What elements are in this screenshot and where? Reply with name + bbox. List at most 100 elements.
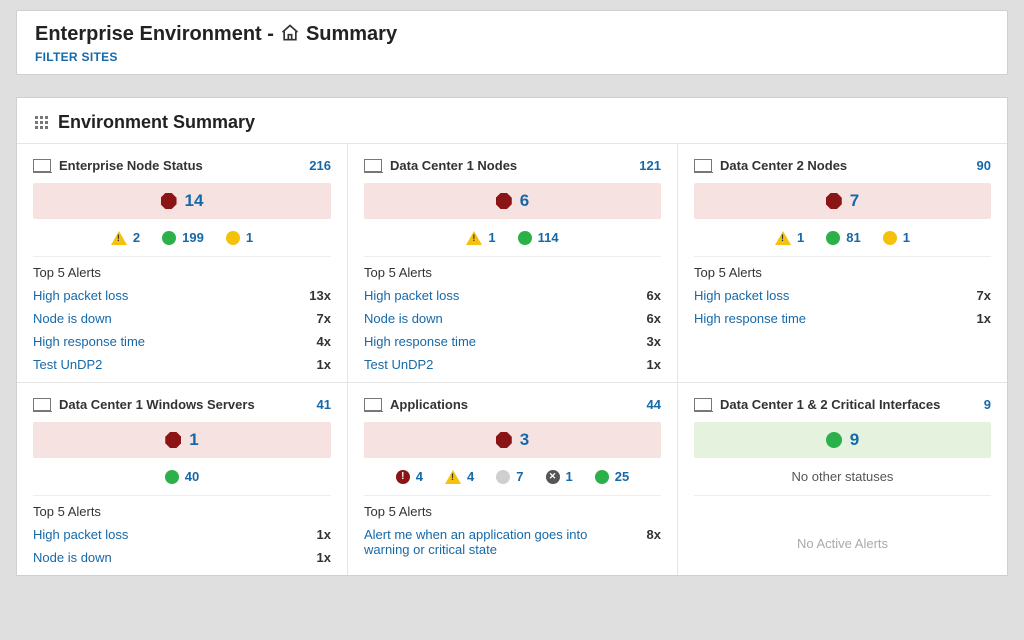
card-hero-value: 7: [850, 191, 859, 211]
node-icon: [364, 159, 382, 172]
status-pill[interactable]: 199: [162, 230, 204, 245]
card-total-count[interactable]: 90: [977, 158, 991, 173]
alert-link[interactable]: High response time: [364, 334, 476, 349]
card-title[interactable]: Data Center 1 Windows Servers: [33, 397, 255, 412]
card-hero-status[interactable]: 14: [33, 183, 331, 219]
card-title[interactable]: Data Center 1 Nodes: [364, 158, 517, 173]
card-title-text: Enterprise Node Status: [59, 158, 203, 173]
card-hero-value: 6: [520, 191, 529, 211]
alert-row: Node is down 6x: [364, 307, 661, 330]
card-title-text: Data Center 1 & 2 Critical Interfaces: [720, 397, 940, 412]
alert-link[interactable]: High packet loss: [33, 527, 128, 542]
alert-link[interactable]: High packet loss: [364, 288, 459, 303]
status-pill[interactable]: 1: [226, 230, 253, 245]
yellow-status-icon: [883, 231, 897, 245]
card-header: Data Center 1 & 2 Critical Interfaces 9: [694, 397, 991, 412]
alert-count: 4x: [317, 334, 331, 349]
card-hero-status[interactable]: 7: [694, 183, 991, 219]
card-header: Data Center 2 Nodes 90: [694, 158, 991, 173]
status-pill[interactable]: 7: [496, 469, 523, 484]
alert-count: 1x: [317, 550, 331, 565]
drag-handle-icon[interactable]: [35, 116, 48, 129]
page-header: Enterprise Environment - Summary FILTER …: [16, 10, 1008, 75]
alert-link[interactable]: High response time: [694, 311, 806, 326]
up-icon: [826, 432, 842, 448]
node-icon: [33, 398, 51, 411]
alert-link[interactable]: High response time: [33, 334, 145, 349]
alert-count: 13x: [309, 288, 331, 303]
card-hero-status[interactable]: 9: [694, 422, 991, 458]
filter-sites-link[interactable]: FILTER SITES: [35, 50, 118, 64]
status-pill[interactable]: 25: [595, 469, 629, 484]
page-title: Enterprise Environment - Summary: [35, 23, 989, 46]
status-pill[interactable]: 1: [775, 230, 804, 245]
card-hero-value: 14: [185, 191, 204, 211]
top-alerts-heading: Top 5 Alerts: [33, 257, 331, 284]
card-header: Enterprise Node Status 216: [33, 158, 331, 173]
status-pill[interactable]: 40: [165, 469, 199, 484]
status-value: 199: [182, 230, 204, 245]
status-value: 1: [566, 469, 573, 484]
alert-link[interactable]: Test UnDP2: [33, 357, 102, 372]
status-value: 114: [538, 230, 559, 245]
card-total-count[interactable]: 216: [309, 158, 331, 173]
alert-link[interactable]: Node is down: [33, 311, 112, 326]
status-value: 81: [846, 230, 860, 245]
status-pill[interactable]: 114: [518, 230, 559, 245]
status-pill[interactable]: 1: [883, 230, 910, 245]
up-icon: [595, 470, 609, 484]
alert-link[interactable]: Node is down: [33, 550, 112, 565]
unknown-icon: [496, 470, 510, 484]
status-pill[interactable]: !4: [396, 469, 423, 484]
status-pill[interactable]: 4: [445, 469, 474, 484]
alert-row: High response time 1x: [694, 307, 991, 330]
alert-link[interactable]: Test UnDP2: [364, 357, 433, 372]
alert-count: 1x: [317, 357, 331, 372]
top-alerts-heading: Top 5 Alerts: [364, 257, 661, 284]
warning-icon: [111, 231, 127, 245]
yellow-status-icon: [226, 231, 240, 245]
alert-link[interactable]: Alert me when an application goes into w…: [364, 527, 616, 557]
alert-link[interactable]: Node is down: [364, 311, 443, 326]
card-title[interactable]: Data Center 1 & 2 Critical Interfaces: [694, 397, 940, 412]
status-pill[interactable]: 81: [826, 230, 860, 245]
card-title-text: Data Center 2 Nodes: [720, 158, 847, 173]
status-pill[interactable]: ✕1: [546, 469, 573, 484]
card-title[interactable]: Data Center 2 Nodes: [694, 158, 847, 173]
alert-count: 7x: [977, 288, 991, 303]
alert-count: 7x: [317, 311, 331, 326]
alert-row: Test UnDP2 1x: [33, 353, 331, 376]
card-sub-statuses: !4 4 7 ✕1 25: [364, 458, 661, 496]
card-header: Data Center 1 Windows Servers 41: [33, 397, 331, 412]
warning-icon: [775, 231, 791, 245]
critical-icon: !: [396, 470, 410, 484]
card-total-count[interactable]: 41: [317, 397, 331, 412]
status-value: 40: [185, 469, 199, 484]
up-icon: [165, 470, 179, 484]
node-icon: [33, 159, 51, 172]
home-icon: [280, 23, 300, 46]
card-hero-status[interactable]: 3: [364, 422, 661, 458]
card-total-count[interactable]: 44: [647, 397, 661, 412]
card-total-count[interactable]: 121: [639, 158, 661, 173]
status-pill[interactable]: 1: [466, 230, 495, 245]
alert-count: 6x: [647, 311, 661, 326]
card-title[interactable]: Enterprise Node Status: [33, 158, 203, 173]
card-sub-statuses: 1 114: [364, 219, 661, 257]
card-hero-status[interactable]: 6: [364, 183, 661, 219]
card-sub-statuses: 2 199 1: [33, 219, 331, 257]
card-sub-statuses: No other statuses: [694, 458, 991, 496]
alert-link[interactable]: High packet loss: [694, 288, 789, 303]
up-icon: [518, 231, 532, 245]
card-total-count[interactable]: 9: [984, 397, 991, 412]
environment-summary-panel: Environment Summary Enterprise Node Stat…: [16, 97, 1008, 576]
alert-link[interactable]: High packet loss: [33, 288, 128, 303]
status-pill[interactable]: 2: [111, 230, 140, 245]
card-hero-status[interactable]: 1: [33, 422, 331, 458]
down-icon: [161, 193, 177, 209]
warning-icon: [445, 470, 461, 484]
section-header: Environment Summary: [17, 98, 1007, 143]
node-icon: [694, 398, 712, 411]
card-title[interactable]: Applications: [364, 397, 468, 412]
status-card: Data Center 1 & 2 Critical Interfaces 9 …: [677, 382, 1007, 575]
